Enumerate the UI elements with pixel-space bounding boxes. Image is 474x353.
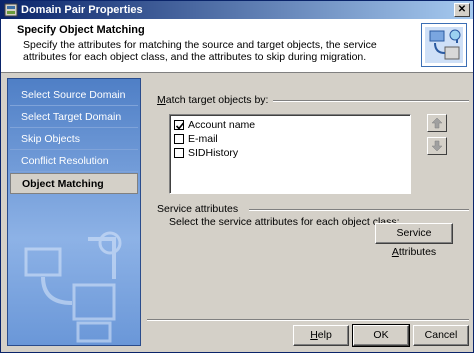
wizard-header: Specify Object Matching Specify the attr… — [1, 19, 473, 73]
service-attributes-label: Service attributes — [157, 203, 239, 215]
window-title: Domain Pair Properties — [21, 4, 143, 16]
service-attributes-description: Select the service attributes for each o… — [169, 216, 400, 228]
close-icon: ✕ — [457, 4, 467, 15]
list-item-label: E-mail — [188, 133, 218, 145]
footer-divider — [147, 319, 469, 321]
list-item-label: Account name — [188, 119, 256, 131]
help-mnemonic: H — [310, 329, 318, 341]
page-description: Specify the attributes for matching the … — [23, 39, 377, 63]
move-up-button[interactable] — [427, 114, 447, 132]
wizard-header-icon — [421, 23, 467, 67]
checkbox-sidhistory[interactable] — [174, 148, 184, 158]
list-item[interactable]: SIDHistory — [172, 146, 408, 160]
app-icon — [4, 3, 18, 17]
dialog-window: Domain Pair Properties ✕ Specify Object … — [0, 0, 474, 353]
service-attributes-button-mnemonic: A — [391, 246, 399, 258]
title-bar[interactable]: Domain Pair Properties ✕ — [1, 1, 473, 19]
match-group-divider — [273, 100, 469, 102]
list-item-label: SIDHistory — [188, 147, 239, 159]
list-item[interactable]: Account name — [172, 118, 408, 132]
cancel-button[interactable]: Cancel — [413, 325, 469, 346]
sidebar-item-skip-objects[interactable]: Skip Objects — [10, 129, 138, 150]
move-down-button[interactable] — [427, 137, 447, 155]
checkmark-icon — [175, 122, 185, 130]
service-attributes-button[interactable]: Service Attributes — [375, 223, 453, 258]
match-attributes-list[interactable]: Account name E-mail SIDHistory — [169, 114, 411, 194]
ok-button[interactable]: OK — [352, 324, 410, 347]
page-title: Specify Object Matching — [17, 24, 145, 36]
service-attributes-button-post: ttributes — [398, 246, 437, 258]
sidebar-item-object-matching[interactable]: Object Matching — [10, 173, 138, 194]
match-by-label: Match target objects by: — [157, 94, 268, 106]
match-by-mnemonic: M — [157, 94, 166, 106]
object-matching-panel: Match target objects by: Account name E-… — [147, 78, 469, 316]
service-group-divider — [249, 209, 469, 211]
sidebar-item-conflict-resolution-rules[interactable]: Conflict Resolution Rules — [10, 151, 138, 188]
arrow-up-icon — [431, 117, 443, 129]
help-button[interactable]: Help — [293, 325, 349, 346]
list-item[interactable]: E-mail — [172, 132, 408, 146]
checkbox-account-name[interactable] — [174, 120, 185, 130]
match-by-label-text: atch target objects by: — [165, 94, 269, 106]
sidebar-decoration-icon — [24, 231, 122, 343]
service-attributes-button-pre: Service — [396, 227, 432, 239]
wizard-sidebar: Select Source Domain Select Target Domai… — [7, 78, 141, 346]
sidebar-item-select-target-domain[interactable]: Select Target Domain — [10, 107, 138, 128]
help-label: elp — [317, 329, 332, 341]
arrow-down-icon — [431, 140, 443, 152]
checkbox-e-mail[interactable] — [174, 134, 184, 144]
sidebar-item-select-source-domain[interactable]: Select Source Domain — [10, 85, 138, 106]
close-button[interactable]: ✕ — [454, 3, 470, 17]
service-attributes-button-text: Service Attributes — [392, 227, 436, 258]
